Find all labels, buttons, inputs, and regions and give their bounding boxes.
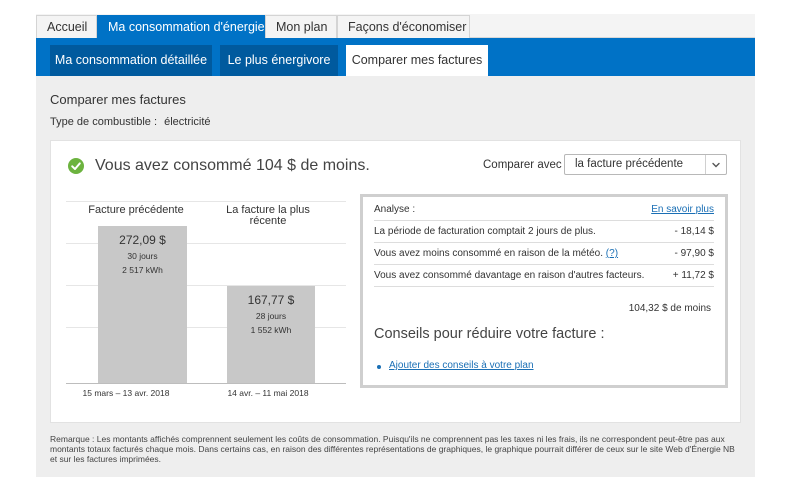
bar-recent-labels: 167,77 $ 28 jours 1 552 kWh [226, 293, 316, 335]
previous-days: 30 jours [127, 251, 158, 261]
recent-amount: 167,77 $ [247, 293, 295, 307]
check-circle-icon [68, 158, 84, 174]
chart-baseline [66, 383, 346, 384]
add-tips-link[interactable]: Ajouter des conseils à votre plan [389, 360, 534, 371]
analysis-row: La période de facturation comptait 2 jou… [374, 221, 714, 243]
tab-accueil[interactable]: Accueil [36, 15, 97, 38]
learn-more-link[interactable]: En savoir plus [651, 204, 714, 215]
analysis-total: 104,32 $ de moins [628, 303, 711, 314]
recent-days: 28 jours [255, 311, 287, 321]
fuel-type-label: Type de combustible : [50, 116, 158, 128]
analysis-row-amount: - 18,14 $ [674, 226, 714, 237]
analysis-panel: Analyse : En savoir plus La période de f… [360, 194, 728, 388]
tab-mon-plan[interactable]: Mon plan [265, 15, 337, 38]
recent-period: 14 avr. – 11 mai 2018 [227, 388, 309, 398]
tab-facons-economiser[interactable]: Façons d'économiser [337, 15, 470, 38]
tips-title: Conseils pour réduire votre facture : [374, 326, 605, 342]
analysis-row-amount: - 97,90 $ [674, 248, 714, 259]
compare-select-value: la facture précédente [575, 158, 684, 170]
weather-help-link[interactable]: (?) [606, 248, 618, 259]
analysis-row: Vous avez consommé davantage en raison d… [374, 265, 714, 287]
disclaimer-note: Remarque : Les montants affichés compren… [50, 434, 735, 464]
fuel-type: Type de combustible : électricité [50, 116, 215, 128]
comparison-card: Vous avez consommé 104 $ de moins. Compa… [50, 140, 741, 423]
analysis-label: Analyse : [374, 204, 416, 215]
chevron-down-icon[interactable] [711, 160, 721, 170]
fuel-type-value: électricité [164, 116, 211, 128]
weather-row-text: Vous avez moins consommé en raison de la… [374, 248, 604, 259]
select-divider [705, 155, 706, 174]
analysis-header: Analyse : En savoir plus [374, 199, 714, 221]
col-header-recent: La facture la plus récente [226, 204, 310, 227]
top-nav: Accueil Ma consommation d'énergie Mon pl… [36, 14, 755, 38]
previous-period: 15 mars – 13 avr. 2018 [82, 388, 170, 398]
bar-previous-labels: 272,09 $ 30 jours 2 517 kWh [98, 233, 188, 275]
subtab-consommation-detaillee[interactable]: Ma consommation détaillée [50, 45, 212, 76]
bill-comparison-chart: Facture précédente La facture la plus ré… [66, 201, 346, 398]
page-frame: Accueil Ma consommation d'énergie Mon pl… [36, 14, 755, 477]
recent-kwh: 1 552 kWh [250, 325, 292, 335]
page-title: Comparer mes factures [50, 92, 186, 107]
analysis-row-label: Vous avez consommé davantage en raison d… [374, 270, 645, 281]
previous-kwh: 2 517 kWh [122, 265, 163, 275]
compare-label: Comparer avec : [483, 159, 569, 171]
analysis-row-label: Vous avez moins consommé en raison de la… [374, 248, 618, 259]
compare-select[interactable]: la facture précédente [564, 154, 727, 175]
bullet-icon [377, 365, 381, 369]
tab-ma-consommation[interactable]: Ma consommation d'énergie [97, 15, 265, 38]
sub-nav: Ma consommation détaillée Le plus énergi… [36, 38, 755, 76]
previous-amount: 272,09 $ [119, 233, 166, 247]
savings-headline: Vous avez consommé 104 $ de moins. [95, 157, 370, 174]
chart-gridline [66, 201, 346, 202]
subtab-comparer-factures[interactable]: Comparer mes factures [346, 45, 488, 76]
analysis-row: Vous avez moins consommé en raison de la… [374, 243, 714, 265]
analysis-row-amount: + 11,72 $ [672, 270, 714, 281]
col-header-previous: Facture précédente [88, 204, 184, 216]
analysis-row-label: La période de facturation comptait 2 jou… [374, 226, 596, 237]
subtab-plus-energivore[interactable]: Le plus énergivore [220, 45, 338, 76]
